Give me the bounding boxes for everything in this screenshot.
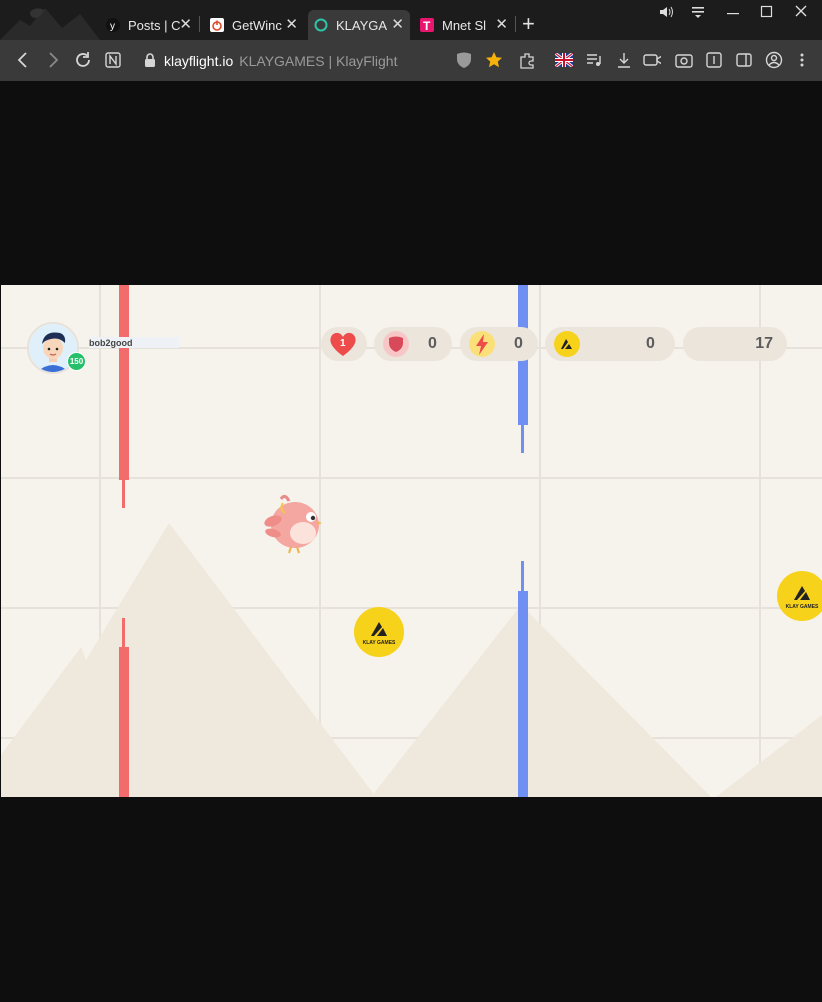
boost-count: 0 bbox=[514, 335, 523, 352]
hearts-counter: 1 bbox=[321, 327, 367, 361]
uk-flag-icon[interactable] bbox=[555, 51, 573, 69]
more-menu-icon[interactable] bbox=[793, 51, 811, 69]
pipe-tip-blue bbox=[521, 425, 524, 453]
reader-icon[interactable] bbox=[705, 51, 723, 69]
tab-label: Mnet Sl bbox=[442, 17, 487, 33]
hearts-count: 1 bbox=[340, 338, 346, 349]
svg-text:y: y bbox=[110, 21, 115, 32]
circle-icon bbox=[314, 18, 328, 32]
speaker-icon[interactable] bbox=[658, 4, 674, 24]
forward-icon[interactable] bbox=[46, 50, 60, 74]
tabbar-wallpaper bbox=[0, 8, 100, 40]
klay-coin: KLAY GAMES bbox=[777, 571, 822, 621]
close-icon[interactable]: ✕ bbox=[391, 17, 404, 32]
level-badge: 150 bbox=[67, 352, 86, 371]
camera-icon[interactable] bbox=[675, 51, 693, 69]
tab-posts[interactable]: y Posts | C ✕ bbox=[100, 10, 198, 40]
new-tab-button[interactable]: + bbox=[522, 13, 535, 35]
twitter-like-icon: y bbox=[106, 18, 120, 32]
pipe-tip-blue bbox=[521, 561, 524, 591]
url-field[interactable]: klayflight.io KLAYGAMES | KlayFlight bbox=[164, 51, 397, 71]
score-display: 17 bbox=[683, 327, 787, 361]
pipe-tip-red bbox=[122, 480, 125, 508]
klay-coin-icon bbox=[554, 331, 580, 357]
minimize-icon[interactable] bbox=[726, 4, 740, 24]
tab-mnet[interactable]: T Mnet Sl ✕ bbox=[414, 10, 514, 40]
tab-getwin[interactable]: GetWinc ✕ bbox=[204, 10, 304, 40]
coin-label: KLAY GAMES bbox=[785, 603, 819, 610]
url-host: klayflight.io bbox=[164, 53, 234, 69]
shield-counter: 0 bbox=[374, 327, 452, 361]
lightning-icon bbox=[469, 331, 495, 357]
playlist-icon[interactable] bbox=[585, 51, 603, 69]
boost-counter: 0 bbox=[460, 327, 538, 361]
score-value: 17 bbox=[755, 335, 773, 352]
shield-item-icon bbox=[383, 331, 409, 357]
pipe-top-red bbox=[119, 285, 129, 480]
shield-count: 0 bbox=[428, 335, 437, 352]
tab-label: GetWinc bbox=[232, 17, 282, 33]
pipe-bottom-blue bbox=[518, 591, 528, 797]
maximize-icon[interactable] bbox=[760, 4, 774, 24]
coin-count: 0 bbox=[646, 335, 655, 352]
sidebar-icon[interactable] bbox=[735, 51, 753, 69]
coin-label: KLAY GAMES bbox=[362, 639, 396, 646]
klay-coin: KLAY GAMES bbox=[354, 607, 404, 657]
svg-text:T: T bbox=[423, 19, 431, 32]
tab-label: KLAYGA bbox=[336, 17, 388, 33]
reload-icon[interactable] bbox=[74, 50, 92, 74]
lock-icon bbox=[144, 52, 156, 72]
pipe-tip-red bbox=[122, 618, 125, 648]
username: bob2good bbox=[89, 338, 133, 348]
tab-label: Posts | C bbox=[128, 17, 181, 33]
shield-icon[interactable] bbox=[455, 51, 473, 69]
back-icon[interactable] bbox=[16, 50, 30, 74]
star-icon[interactable] bbox=[485, 51, 503, 69]
address-bar bbox=[0, 40, 822, 81]
video-icon[interactable] bbox=[643, 51, 661, 69]
page-title: KLAYGAMES | KlayFlight bbox=[239, 53, 398, 69]
game-canvas[interactable]: KLAY GAMES KLAY GAMES 150 bob2good 1 0 0… bbox=[1, 285, 822, 797]
extensions-icon[interactable] bbox=[518, 51, 536, 69]
close-icon[interactable]: ✕ bbox=[495, 17, 508, 32]
close-icon[interactable]: ✕ bbox=[179, 17, 192, 32]
pipe-bottom-red bbox=[119, 647, 129, 797]
coin-counter: 0 bbox=[545, 327, 675, 361]
window-close-icon[interactable] bbox=[794, 4, 808, 24]
tab-klaygames[interactable]: KLAYGA ✕ bbox=[308, 10, 410, 40]
power-icon bbox=[210, 18, 224, 32]
tab-strip: y Posts | C ✕ GetWinc ✕ KLAYGA ✕ T Mnet … bbox=[0, 0, 822, 40]
profile-icon[interactable] bbox=[765, 51, 783, 69]
download-icon[interactable] bbox=[615, 51, 633, 69]
bird-character bbox=[264, 494, 322, 554]
notion-icon[interactable] bbox=[104, 50, 122, 74]
klay-leaf-icon bbox=[371, 621, 387, 636]
close-icon[interactable]: ✕ bbox=[285, 17, 298, 32]
menu-icon[interactable] bbox=[690, 4, 706, 24]
t-logo-icon: T bbox=[420, 18, 434, 32]
klay-leaf-icon bbox=[794, 585, 810, 600]
